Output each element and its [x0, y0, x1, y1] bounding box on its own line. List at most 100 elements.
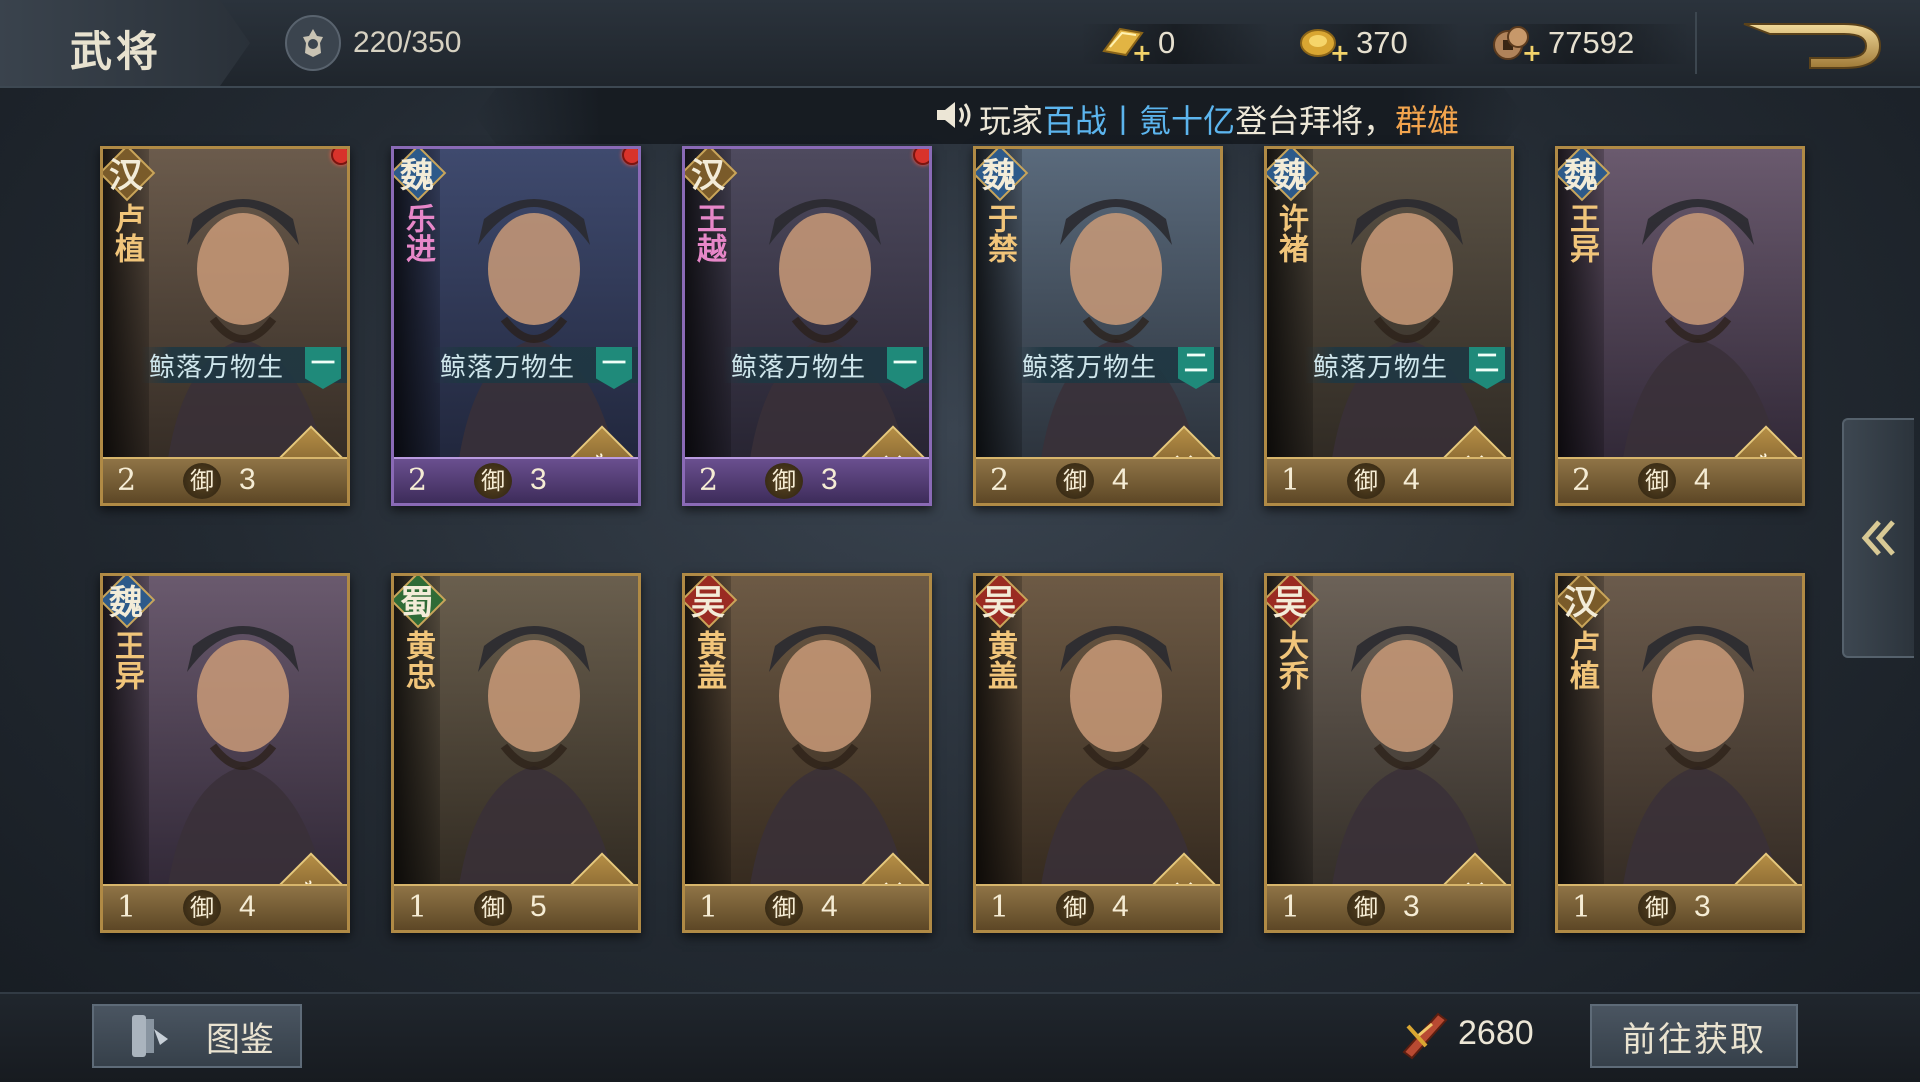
page-title: 武将: [70, 27, 163, 76]
faction-badge: 魏: [1267, 149, 1315, 197]
command-cost: 4: [1112, 890, 1129, 923]
card-footer: 2 御 3: [394, 457, 638, 503]
card-footer: 1 御 4: [1267, 457, 1511, 503]
top-bar: 武将 220/350 + 0 + 370 + 77592: [0, 0, 1920, 88]
skin-bar: 鲸落万物生 一: [141, 347, 347, 389]
faction-badge: 魏: [103, 576, 151, 624]
general-card[interactable]: 汉 王越 鲸落万物生 一 ✕ 2 御 3: [682, 146, 932, 506]
announcement-separator: 丨: [1107, 103, 1140, 139]
skin-name: 鲸落万物生: [1313, 351, 1449, 382]
collapse-panel-button[interactable]: [1842, 418, 1914, 658]
command-cost: 4: [239, 890, 256, 923]
speaker-icon: [935, 98, 979, 140]
general-card[interactable]: 汉 卢植 鲸落万物生 一 ➶ 2 御 3: [100, 146, 350, 506]
general-name: 许褚: [1273, 203, 1308, 263]
general-card[interactable]: 吴 黄盖 ✕ 1 御 4: [973, 573, 1223, 933]
double-chevron-left-icon: [1861, 520, 1895, 556]
command-cost: 4: [1694, 463, 1711, 496]
star-level: 2: [117, 463, 137, 498]
general-card[interactable]: 魏 许褚 鲸落万物生 二 ✕ 1 御 4: [1264, 146, 1514, 506]
general-card[interactable]: 蜀 黄忠 ➶ 1 御 5: [391, 573, 641, 933]
general-name: 大乔: [1273, 630, 1308, 690]
skin-tier-badge: 一: [305, 347, 341, 389]
faction-badge: 魏: [394, 149, 442, 197]
faction-badge: 吴: [976, 576, 1024, 624]
announcement-action: 登台拜将，: [1235, 103, 1396, 139]
star-level: 2: [699, 463, 719, 498]
codex-button[interactable]: 图鉴: [92, 1004, 302, 1068]
general-card[interactable]: 吴 大乔 ✕ 1 御 3: [1264, 573, 1514, 933]
star-level: 1: [1572, 890, 1592, 925]
star-level: 1: [408, 890, 428, 925]
faction-label: 魏: [109, 582, 143, 623]
general-name: 乐进: [400, 203, 435, 263]
command-cost: 4: [821, 890, 838, 923]
cost-label: 御: [1347, 463, 1385, 499]
command-cost: 3: [821, 463, 838, 496]
gold-coin-value: 370: [1356, 25, 1408, 60]
notification-dot: [913, 149, 929, 165]
go-obtain-button[interactable]: 前往获取: [1590, 1004, 1798, 1068]
capacity-text: 220/350: [353, 26, 462, 59]
general-helmet-icon: [285, 15, 341, 71]
faction-badge: 魏: [976, 149, 1024, 197]
card-footer: 2 御 4: [976, 457, 1220, 503]
star-level: 2: [408, 463, 428, 498]
skin-name: 鲸落万物生: [731, 351, 867, 382]
general-name: 王异: [109, 630, 144, 690]
card-footer: 1 御 5: [394, 884, 638, 930]
faction-badge: 吴: [685, 576, 733, 624]
announcement-prefix: 玩家: [979, 103, 1044, 139]
gold-coin-icon: +: [1298, 23, 1350, 67]
star-level: 2: [990, 463, 1010, 498]
skin-tier-badge: 二: [1178, 347, 1214, 389]
command-cost: 3: [239, 463, 256, 496]
general-card[interactable]: 魏 乐进 鲸落万物生 一 ♞ 2 御 3: [391, 146, 641, 506]
command-cost: 4: [1403, 463, 1420, 496]
copper-coin-icon: +: [1490, 23, 1542, 67]
general-card[interactable]: 汉 卢植 ➶ 1 御 3: [1555, 573, 1805, 933]
announcement-player2: 氪十亿: [1139, 103, 1236, 139]
star-level: 1: [699, 890, 719, 925]
skin-tier-badge: 一: [887, 347, 923, 389]
faction-label: 吴: [982, 582, 1016, 623]
card-footer: 1 御 4: [103, 884, 347, 930]
cost-label: 御: [183, 463, 221, 499]
command-cost: 3: [1694, 890, 1711, 923]
recruit-token-value: 2680: [1458, 1013, 1534, 1052]
recruit-token: 2680: [1398, 1006, 1534, 1060]
faction-badge: 魏: [1558, 149, 1606, 197]
back-button[interactable]: [1740, 18, 1890, 74]
gold-bar-icon: +: [1100, 23, 1152, 67]
faction-label: 汉: [691, 155, 725, 196]
cost-label: 御: [1638, 463, 1676, 499]
gold-coin-resource[interactable]: + 370: [1298, 18, 1408, 68]
gold-bar-resource[interactable]: + 0: [1100, 18, 1175, 68]
announcement-text: 玩家 百战 丨 氪十亿 登台拜将， 群雄: [935, 96, 1459, 142]
cost-label: 御: [1347, 890, 1385, 926]
card-footer: 1 御 4: [976, 884, 1220, 930]
cost-label: 御: [1056, 463, 1094, 499]
return-arrow-icon: [1743, 23, 1882, 69]
cost-label: 御: [474, 890, 512, 926]
general-name: 卢植: [109, 203, 144, 263]
general-card[interactable]: 魏 王异 ♞ 2 御 4: [1555, 146, 1805, 506]
copper-coin-value: 77592: [1548, 25, 1635, 60]
faction-badge: 吴: [1267, 576, 1315, 624]
star-level: 1: [1281, 890, 1301, 925]
general-card[interactable]: 魏 于禁 鲸落万物生 二 ✕ 2 御 4: [973, 146, 1223, 506]
faction-badge: 汉: [685, 149, 733, 197]
copper-coin-resource[interactable]: + 77592: [1490, 18, 1634, 68]
command-cost: 4: [1112, 463, 1129, 496]
general-card[interactable]: 魏 王异 ♞ 1 御 4: [100, 573, 350, 933]
faction-badge: 蜀: [394, 576, 442, 624]
faction-label: 蜀: [400, 582, 434, 623]
skin-name: 鲸落万物生: [1022, 351, 1158, 382]
card-footer: 1 御 3: [1558, 884, 1802, 930]
skin-bar: 鲸落万物生 一: [723, 347, 929, 389]
faction-badge: 汉: [103, 149, 151, 197]
general-card[interactable]: 吴 黄盖 ✕ 1 御 4: [682, 573, 932, 933]
skin-bar: 鲸落万物生 一: [432, 347, 638, 389]
scroll-icon: [124, 1009, 178, 1063]
general-capacity: 220/350: [285, 14, 461, 72]
